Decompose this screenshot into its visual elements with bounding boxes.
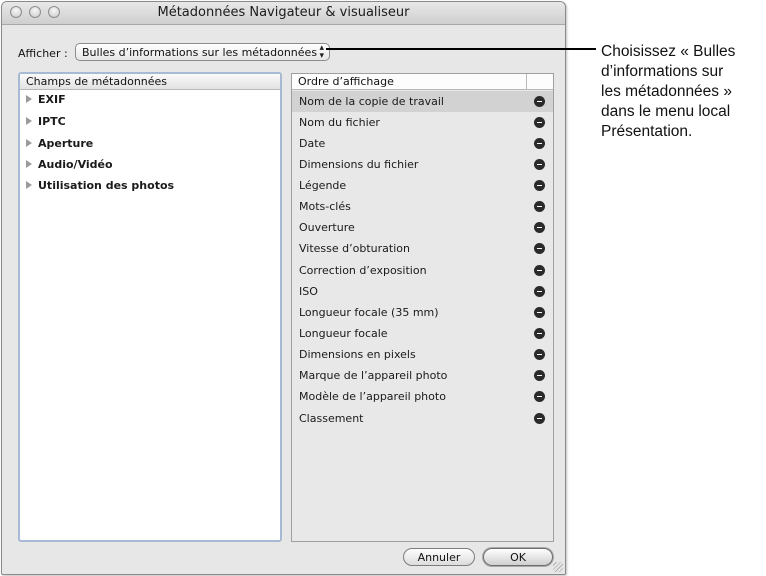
remove-icon[interactable] bbox=[534, 265, 545, 276]
popup-arrows-icon: ▴ ▾ bbox=[319, 43, 324, 61]
afficher-label: Afficher : bbox=[18, 47, 68, 60]
title-bar: Métadonnées Navigateur & visualiseur bbox=[2, 2, 565, 25]
metadata-fields-header: Champs de métadonnées bbox=[20, 74, 280, 90]
list-item[interactable]: Ouverture bbox=[292, 217, 553, 238]
resize-grip-icon[interactable] bbox=[553, 562, 563, 572]
remove-icon[interactable] bbox=[534, 391, 545, 402]
callout-line: d’informations sur bbox=[601, 63, 724, 80]
list-item[interactable]: Nom de la copie de travail bbox=[292, 91, 553, 112]
field-group-aperture[interactable]: Aperture bbox=[26, 134, 93, 154]
metadata-window: Métadonnées Navigateur & visualiseur Aff… bbox=[1, 1, 566, 575]
disclosure-triangle-icon[interactable] bbox=[26, 181, 32, 189]
display-order-header: Ordre d’affichage bbox=[292, 74, 553, 90]
callout-line: dans le menu local bbox=[601, 103, 731, 120]
remove-icon[interactable] bbox=[534, 307, 545, 318]
remove-icon[interactable] bbox=[534, 180, 545, 191]
list-item-label: Longueur focale bbox=[299, 327, 388, 340]
remove-icon[interactable] bbox=[534, 370, 545, 381]
list-item[interactable]: Marque de l’appareil photo bbox=[292, 365, 553, 386]
remove-icon[interactable] bbox=[534, 201, 545, 212]
list-item-label: Date bbox=[299, 137, 326, 150]
list-item[interactable]: Modèle de l’appareil photo bbox=[292, 386, 553, 407]
remove-icon[interactable] bbox=[534, 222, 545, 233]
remove-icon[interactable] bbox=[534, 117, 545, 128]
list-item[interactable]: Nom du fichier bbox=[292, 112, 553, 133]
list-item-label: Vitesse d’obturation bbox=[299, 242, 410, 255]
callout-text: Choisissez « Bulles d’informations sur l… bbox=[601, 42, 766, 142]
list-item[interactable]: Longueur focale (35 mm) bbox=[292, 302, 553, 323]
afficher-popup-menu[interactable]: Bulles d’informations sur les métadonnée… bbox=[75, 43, 330, 61]
list-item-label: Légende bbox=[299, 179, 347, 192]
afficher-selected-value: Bulles d’informations sur les métadonnée… bbox=[82, 46, 318, 59]
list-item[interactable]: Légende bbox=[292, 175, 553, 196]
disclosure-triangle-icon[interactable] bbox=[26, 139, 32, 147]
list-item-label: Modèle de l’appareil photo bbox=[299, 390, 446, 403]
list-item[interactable]: ISO bbox=[292, 281, 553, 302]
callout-line: les métadonnées » bbox=[601, 83, 732, 100]
field-group-audio-video[interactable]: Audio/Vidéo bbox=[26, 155, 113, 175]
list-item-label: Ouverture bbox=[299, 221, 355, 234]
window-title: Métadonnées Navigateur & visualiseur bbox=[157, 5, 410, 20]
list-item-label: Mots-clés bbox=[299, 200, 351, 213]
metadata-fields-panel: Champs de métadonnées EXIF IPTC Aperture… bbox=[18, 72, 282, 542]
display-order-panel: Ordre d’affichage Nom de la copie de tra… bbox=[291, 73, 554, 542]
figure: Métadonnées Navigateur & visualiseur Aff… bbox=[0, 0, 766, 576]
list-item-label: Nom de la copie de travail bbox=[299, 95, 444, 108]
field-group-label: Audio/Vidéo bbox=[38, 158, 113, 171]
list-item[interactable]: Dimensions du fichier bbox=[292, 154, 553, 175]
field-group-label: EXIF bbox=[38, 93, 66, 106]
list-item[interactable]: Date bbox=[292, 133, 553, 154]
list-item-label: Nom du fichier bbox=[299, 116, 380, 129]
remove-icon[interactable] bbox=[534, 286, 545, 297]
list-item[interactable]: Vitesse d’obturation bbox=[292, 238, 553, 259]
list-item-label: Marque de l’appareil photo bbox=[299, 369, 448, 382]
field-group-exif[interactable]: EXIF bbox=[26, 90, 66, 110]
ok-button[interactable]: OK bbox=[483, 548, 553, 566]
remove-icon[interactable] bbox=[534, 159, 545, 170]
list-item[interactable]: Longueur focale bbox=[292, 323, 553, 344]
disclosure-triangle-icon[interactable] bbox=[26, 95, 32, 103]
remove-icon[interactable] bbox=[534, 328, 545, 339]
list-item[interactable]: Dimensions en pixels bbox=[292, 344, 553, 365]
list-item-label: Classement bbox=[299, 412, 364, 425]
remove-icon[interactable] bbox=[534, 349, 545, 360]
callout-line: Présentation. bbox=[601, 123, 693, 140]
remove-icon[interactable] bbox=[534, 243, 545, 254]
list-item-label: ISO bbox=[299, 285, 318, 298]
disclosure-triangle-icon[interactable] bbox=[26, 117, 32, 125]
field-group-photo-usage[interactable]: Utilisation des photos bbox=[26, 176, 174, 196]
field-group-label: Utilisation des photos bbox=[38, 179, 175, 192]
disclosure-triangle-icon[interactable] bbox=[26, 160, 32, 168]
field-group-label: Aperture bbox=[38, 137, 94, 150]
list-item[interactable]: Classement bbox=[292, 408, 553, 429]
remove-icon[interactable] bbox=[534, 413, 545, 424]
field-group-iptc[interactable]: IPTC bbox=[26, 112, 66, 132]
remove-icon[interactable] bbox=[534, 96, 545, 107]
list-item-label: Dimensions en pixels bbox=[299, 348, 416, 361]
column-separator bbox=[526, 74, 527, 90]
callout-line: Choisissez « Bulles bbox=[601, 43, 736, 60]
callout-leader-line bbox=[326, 48, 596, 50]
list-item[interactable]: Correction d’exposition bbox=[292, 260, 553, 281]
cancel-button[interactable]: Annuler bbox=[403, 548, 475, 566]
list-item[interactable]: Mots-clés bbox=[292, 196, 553, 217]
remove-icon[interactable] bbox=[534, 138, 545, 149]
field-group-label: IPTC bbox=[38, 115, 66, 128]
list-item-label: Dimensions du fichier bbox=[299, 158, 419, 171]
list-item-label: Longueur focale (35 mm) bbox=[299, 306, 439, 319]
list-item-label: Correction d’exposition bbox=[299, 264, 427, 277]
